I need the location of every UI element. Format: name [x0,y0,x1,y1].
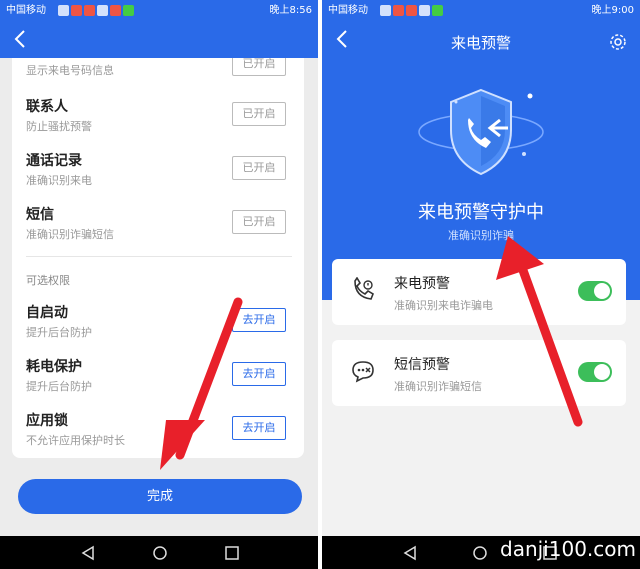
enable-permission-button[interactable]: 去开启 [232,362,286,386]
permission-title: 联系人 [26,99,68,115]
card-title: 来电预警 [394,276,450,292]
call-alert-toggle[interactable] [578,281,612,301]
call-alert-card[interactable]: 来电预警 准确识别来电诈骗电 [332,259,626,325]
toggle-knob [594,283,610,299]
back-arrow-icon[interactable] [10,28,32,50]
system-nav-bar: danji100.com [322,536,640,569]
section-divider [26,256,292,257]
app-icon [380,5,391,16]
app-icon [84,5,95,16]
phone-alert-icon [354,277,374,300]
status-icons [58,5,136,27]
nav-home-icon[interactable] [152,545,168,561]
permission-desc: 提升后台防护 [26,380,92,393]
sms-alert-card[interactable]: 短信预警 准确识别诈骗短信 [332,340,626,406]
settings-gear-icon[interactable] [608,32,628,52]
done-button[interactable]: 完成 [18,479,302,514]
app-icon [432,5,443,16]
alert-hero: 中国移动 晚上9:00 来电预警 来电预警守护中 准确识别诈骗 [322,0,640,300]
app-icon [110,5,121,16]
permission-row: 应用锁 不允许应用保护时长 去开启 [26,410,296,458]
app-icon [406,5,417,16]
card-title: 短信预警 [394,357,450,373]
enable-permission-button[interactable]: 去开启 [232,308,286,332]
guard-status-title: 来电预警守护中 [418,202,544,223]
permission-desc: 提升后台防护 [26,326,92,339]
permission-title: 短信 [26,207,54,223]
nav-back-icon[interactable] [80,545,96,561]
enable-permission-button[interactable]: 去开启 [232,416,286,440]
nav-back-icon[interactable] [402,545,418,561]
permission-row: 通话记录 准确识别来电 已开启 [26,150,296,198]
permission-row: 耗电保护 提升后台防护 去开启 [26,356,296,404]
clock: 晚上8:56 [269,5,312,16]
app-icon [393,5,404,16]
shield-phone-icon [418,88,544,176]
permission-row: 自启动 提升后台防护 去开启 [26,302,296,350]
app-icon [58,5,69,16]
nav-recents-icon[interactable] [224,545,240,561]
nav-home-icon[interactable] [472,545,488,561]
permission-desc: 显示来电号码信息 [26,64,114,77]
permission-desc: 准确识别来电 [26,174,92,187]
toggle-knob [594,364,610,380]
permission-title: 通话记录 [26,153,82,169]
watermark: danji100.com [500,537,636,561]
carrier-label: 中国移动 [6,5,46,16]
carrier-label: 中国移动 [328,5,368,16]
permission-status-button[interactable]: 已开启 [232,156,286,180]
guard-status-subtitle: 准确识别诈骗 [448,229,514,242]
permission-status-button[interactable]: 已开启 [232,102,286,126]
permission-row: 短信 准确识别诈骗短信 已开启 [26,204,296,252]
permission-title: 耗电保护 [26,359,82,375]
system-nav-bar [0,536,318,569]
permission-row: 联系人 防止骚扰预警 已开启 [26,96,296,144]
status-bar: 中国移动 晚上8:56 [0,0,318,22]
sms-alert-icon [352,361,374,383]
clock: 晚上9:00 [591,5,634,16]
card-desc: 准确识别诈骗短信 [394,380,482,393]
permission-status-button[interactable]: 已开启 [232,58,286,76]
permissions-card: 显示来电号码信息 已开启 联系人 防止骚扰预警 已开启 通话记录 准确识别来电 … [12,58,304,458]
app-icon [97,5,108,16]
permission-title: 自启动 [26,305,68,321]
page-title: 来电预警 [450,34,511,52]
left-header: 中国移动 晚上8:56 [0,0,318,58]
status-icons [380,5,445,27]
permission-desc: 防止骚扰预警 [26,120,92,133]
permission-title: 应用锁 [26,413,68,429]
optional-permissions-label: 可选权限 [26,274,70,287]
app-icon [123,5,134,16]
status-bar: 中国移动 晚上9:00 [322,0,640,22]
left-screen: 中国移动 晚上8:56 显示来电号码信息 已开启 联系人 防止骚扰预警 已开启 … [0,0,318,569]
permission-desc: 不允许应用保护时长 [26,434,125,447]
permission-status-button[interactable]: 已开启 [232,210,286,234]
app-icon [71,5,82,16]
card-desc: 准确识别来电诈骗电 [394,299,493,312]
sms-alert-toggle[interactable] [578,362,612,382]
permission-desc: 准确识别诈骗短信 [26,228,114,241]
app-icon [419,5,430,16]
right-screen: 中国移动 晚上9:00 来电预警 来电预警守护中 准确识别诈骗 来电预警 准确识… [322,0,640,569]
